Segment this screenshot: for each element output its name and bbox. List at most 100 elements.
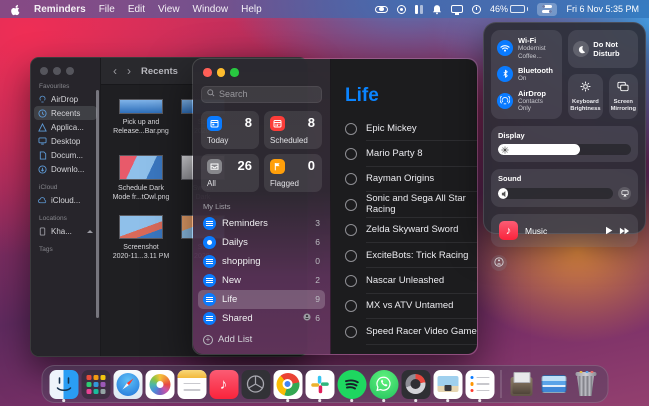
list-item-dailys[interactable]: Dailys6: [198, 233, 325, 252]
dock-item-launchpad[interactable]: [81, 370, 110, 399]
dock-item-dark-disc-app[interactable]: [241, 370, 270, 399]
dock-item-spotify[interactable]: [337, 370, 366, 399]
dock-item-slack[interactable]: [305, 370, 334, 399]
bluetooth-icon[interactable]: [497, 66, 513, 82]
smart-list-today[interactable]: 8 Today: [201, 111, 259, 149]
complete-circle[interactable]: [345, 250, 357, 262]
control-center-panel: Wi-FiModernist Coffee... BluetoothOn Air…: [483, 22, 646, 234]
apple-menu-icon[interactable]: [10, 3, 21, 16]
dock-item-trash[interactable]: [571, 370, 600, 399]
dock-item-whatsapp[interactable]: [369, 370, 398, 399]
complete-circle[interactable]: [345, 326, 357, 338]
reminder-row[interactable]: Sonic and Sega All Star Racing: [345, 192, 477, 217]
dock-item-reminders[interactable]: [465, 370, 494, 399]
dock-item-music[interactable]: ♪: [209, 370, 238, 399]
music-icon: ♪: [209, 370, 238, 399]
control-center-icon[interactable]: [537, 3, 557, 16]
list-item-reminders[interactable]: Reminders3: [198, 214, 325, 233]
reminder-row[interactable]: ExciteBots: Trick Racing: [345, 243, 477, 268]
reminder-row[interactable]: Epic Mickey: [345, 116, 477, 141]
sidebar-item-desktop[interactable]: Desktop: [34, 134, 97, 148]
airdrop-control[interactable]: AirDropContacts Only: [497, 89, 556, 113]
list-item-new[interactable]: New2: [198, 271, 325, 290]
airdrop-icon[interactable]: [497, 93, 513, 109]
reminders-window-controls[interactable]: [193, 59, 330, 77]
sidebar-item-device[interactable]: Kha...: [34, 224, 97, 238]
keyboard-brightness-control[interactable]: Keyboard Brightness: [568, 74, 602, 119]
back-button[interactable]: ‹: [113, 64, 117, 78]
play-button[interactable]: [605, 222, 613, 240]
dock-item-safari[interactable]: [113, 370, 142, 399]
sidebar-scrollbar[interactable]: [96, 90, 99, 318]
file-item[interactable]: Pick up andRelease...Bar.png: [112, 99, 170, 137]
wifi-icon[interactable]: [497, 40, 513, 56]
complete-circle[interactable]: [345, 275, 357, 287]
reminder-row[interactable]: Zelda Skyward Sword: [345, 218, 477, 243]
list-item-shopping[interactable]: shopping0: [198, 252, 325, 271]
menu-file[interactable]: File: [99, 4, 115, 15]
finder-window-controls[interactable]: [31, 58, 100, 75]
list-item-shared[interactable]: Shared6: [198, 309, 325, 328]
columns-icon[interactable]: [415, 5, 423, 14]
dock-item-preview[interactable]: [433, 370, 462, 399]
dock-item-downloads-stack[interactable]: [507, 370, 536, 399]
file-item[interactable]: Screenshot2020-11...3.11 PM: [112, 215, 170, 262]
sidebar-toggle-icon[interactable]: [375, 6, 388, 13]
time-machine-icon[interactable]: [472, 5, 481, 14]
search-input[interactable]: Search: [201, 86, 322, 103]
dock-item-documents-window[interactable]: [539, 370, 568, 399]
dock-item-chrome[interactable]: [273, 370, 302, 399]
bluetooth-control[interactable]: BluetoothOn: [497, 66, 556, 83]
accessibility-shortcuts-button[interactable]: [491, 255, 507, 271]
complete-circle[interactable]: [345, 148, 357, 160]
menu-view[interactable]: View: [158, 4, 180, 15]
smart-list-all[interactable]: 26 All: [201, 154, 259, 192]
stats-wheel-icon[interactable]: [397, 5, 406, 14]
smart-list-flagged[interactable]: 0 Flagged: [264, 154, 322, 192]
complete-circle[interactable]: [345, 300, 357, 312]
eject-icon[interactable]: [87, 230, 93, 233]
music-app-icon[interactable]: ♪: [499, 221, 518, 240]
menu-help[interactable]: Help: [241, 4, 262, 15]
reminder-row[interactable]: Nascar Unleashed: [345, 268, 477, 293]
dock-item-notes[interactable]: [177, 370, 206, 399]
file-item[interactable]: Schedule DarkMode fr...tOwl.png: [112, 155, 170, 203]
sidebar-item-icloud-drive[interactable]: iCloud...: [34, 193, 97, 207]
slack-icon: [305, 370, 334, 399]
dock-item-photos[interactable]: [145, 370, 174, 399]
dock-item-finder[interactable]: [49, 370, 78, 399]
sidebar-item-downloads[interactable]: Downlo...: [34, 162, 97, 176]
next-track-button[interactable]: [619, 222, 630, 240]
list-item-life[interactable]: Life9: [198, 290, 325, 309]
reminder-row[interactable]: Mario Party 8: [345, 141, 477, 166]
reminder-row[interactable]: MX vs ATV Untamed: [345, 294, 477, 319]
sidebar-item-airdrop[interactable]: AirDrop: [34, 92, 97, 106]
menu-app-name[interactable]: Reminders: [34, 4, 86, 15]
wifi-control[interactable]: Wi-FiModernist Coffee...: [497, 36, 556, 60]
display-menu-icon[interactable]: [451, 5, 463, 13]
battery-indicator[interactable]: 46%: [490, 4, 529, 14]
complete-circle[interactable]: [345, 224, 357, 236]
notification-bell-icon[interactable]: [432, 4, 442, 15]
add-list-button[interactable]: +Add List: [203, 334, 252, 345]
do-not-disturb-control[interactable]: Do Not Disturb: [568, 30, 638, 68]
reminder-row[interactable]: Rayman Origins: [345, 167, 477, 192]
finder-section-icloud: iCloud: [31, 176, 100, 193]
menu-clock[interactable]: Fri 6 Nov 5:35 PM: [566, 4, 639, 14]
menu-edit[interactable]: Edit: [128, 4, 145, 15]
smart-list-scheduled[interactable]: 8 Scheduled: [264, 111, 322, 149]
menu-window[interactable]: Window: [193, 4, 229, 15]
complete-circle[interactable]: [345, 199, 357, 211]
forward-button[interactable]: ›: [127, 64, 131, 78]
sidebar-item-applications[interactable]: Applica...: [34, 120, 97, 134]
dock-item-ring-chart-app[interactable]: [401, 370, 430, 399]
sound-slider[interactable]: [498, 188, 613, 199]
complete-circle[interactable]: [345, 123, 357, 135]
screen-mirroring-control[interactable]: Screen Mirroring: [609, 74, 638, 119]
display-slider[interactable]: [498, 144, 631, 155]
airplay-button[interactable]: [618, 187, 631, 200]
complete-circle[interactable]: [345, 173, 357, 185]
reminder-row[interactable]: Speed Racer Video Game: [345, 319, 477, 344]
sidebar-item-documents[interactable]: Docum...: [34, 148, 97, 162]
sidebar-item-recents[interactable]: Recents: [34, 106, 97, 120]
